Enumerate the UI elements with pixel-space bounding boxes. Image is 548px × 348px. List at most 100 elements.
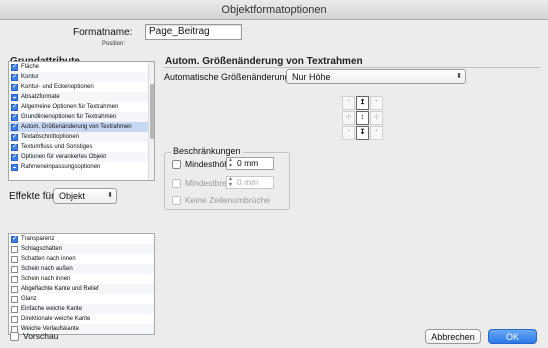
effect-checkbox[interactable] [11, 245, 18, 253]
min-height-field[interactable]: ▲ ▼ 0 mm [226, 157, 274, 170]
effects-for-label: Effekte für: [9, 191, 58, 202]
effects-for-value: Objekt [59, 191, 86, 201]
effect-checkbox[interactable] [11, 315, 18, 323]
attribute-row[interactable]: Kontur [9, 72, 149, 82]
effect-checkbox[interactable] [11, 295, 18, 303]
effect-checkbox[interactable] [11, 255, 18, 263]
auto-resize-value: Nur Höhe [292, 72, 331, 82]
attribute-row[interactable]: Fläche [9, 62, 149, 72]
attribute-row[interactable]: Grundlinienoptionen für Textrahmen [9, 112, 149, 122]
reference-point-grid[interactable]: ⁺ ↥ ⁺ ⊹ ↕ ⊹ ⁺ ↧ ⁺ [342, 96, 383, 140]
attribute-label: Kontur [21, 74, 39, 80]
ref-middle-left[interactable]: ⊹ [342, 111, 355, 125]
attribute-row[interactable]: Rahmeneinpassungsoptionen [9, 162, 149, 172]
attribute-label: Fläche [21, 64, 40, 70]
auto-resize-label: Automatische Größenänderung [164, 72, 290, 82]
attribute-label: Optionen für verankertes Objekt [21, 154, 107, 160]
effect-label: Schein nach außen [21, 266, 73, 272]
effect-checkbox[interactable] [11, 275, 18, 283]
auto-resize-select[interactable]: Nur Höhe ⬍ [286, 69, 466, 84]
ref-top-center[interactable]: ↥ [356, 96, 369, 110]
right-divider [163, 67, 541, 68]
ref-bottom-left[interactable]: ⁺ [342, 126, 355, 140]
attribute-checkbox[interactable] [11, 152, 18, 162]
min-width-checkbox-box[interactable] [172, 178, 181, 188]
effect-row[interactable]: Schein nach innen [9, 274, 154, 284]
min-width-value: 0 mm [237, 177, 259, 187]
preview-checkbox[interactable]: Vorschau [10, 331, 58, 341]
attribute-row[interactable]: Autom. Größenänderung von Textrahmen [9, 122, 149, 132]
ref-middle-right[interactable]: ⊹ [370, 111, 383, 125]
attribute-row[interactable]: Absatzformate [9, 92, 149, 102]
effect-label: Schein nach innen [21, 276, 71, 282]
ok-button[interactable]: OK [488, 329, 537, 344]
effect-row[interactable]: Schatten nach innen [9, 254, 154, 264]
effect-checkbox[interactable] [11, 265, 18, 273]
preview-checkbox-box[interactable] [10, 331, 19, 341]
attribute-label: Rahmeneinpassungsoptionen [21, 164, 101, 170]
attribute-row[interactable]: Kontur- und Eckenoptionen [9, 82, 149, 92]
attribute-label: Grundlinienoptionen für Textrahmen [21, 114, 117, 120]
effect-label: Direktionale weiche Kante [21, 316, 91, 322]
attribute-checkbox[interactable] [11, 102, 18, 112]
no-line-breaks-checkbox[interactable]: Keine Zeilenumbrüche [172, 195, 270, 205]
effect-label: Schlagschatten [21, 246, 63, 252]
ref-bottom-center[interactable]: ↧ [356, 126, 369, 140]
effect-row[interactable]: Transparenz [9, 234, 154, 244]
ref-bottom-right[interactable]: ⁺ [370, 126, 383, 140]
effect-label: Schatten nach innen [21, 256, 76, 262]
attribute-label: Allgemeine Optionen für Textrahmen [21, 104, 119, 110]
min-width-field[interactable]: ▲ ▼ 0 mm [226, 176, 274, 189]
effect-checkbox[interactable] [11, 305, 18, 313]
attribute-label: Kontur- und Eckenoptionen [21, 84, 94, 90]
attribute-row[interactable]: Allgemeine Optionen für Textrahmen [9, 102, 149, 112]
attribute-row[interactable]: Optionen für verankertes Objekt [9, 152, 149, 162]
attribute-checkbox[interactable] [11, 142, 18, 152]
attribute-checkbox[interactable] [11, 93, 18, 101]
effect-label: Transparenz [21, 236, 55, 242]
effects-list[interactable]: Transparenz Schlagschatten Schatten nach i… [8, 233, 155, 335]
effect-row[interactable]: Schlagschatten [9, 244, 154, 254]
attribute-checkbox[interactable] [11, 72, 18, 82]
effect-checkbox[interactable] [11, 285, 18, 293]
effect-row[interactable]: Einfache weiche Kante [9, 304, 154, 314]
stepper-icon[interactable]: ▲ ▼ [228, 176, 233, 188]
effect-row[interactable]: Schein nach außen [9, 264, 154, 274]
ref-top-left[interactable]: ⁺ [342, 96, 355, 110]
min-height-value: 0 mm [237, 158, 259, 168]
format-name-label: Formatname: [73, 27, 133, 38]
basic-attributes-list[interactable]: Fläche Kontur Kontur- und Eckenoptionen Abs… [8, 61, 155, 181]
select-arrows-icon: ⬍ [107, 192, 113, 199]
attribute-checkbox[interactable] [11, 112, 18, 122]
effect-row[interactable]: Glanz [9, 294, 154, 304]
attribute-checkbox[interactable] [11, 132, 18, 142]
no-line-breaks-checkbox-box[interactable] [172, 195, 181, 205]
basic-list-scroll-thumb[interactable] [150, 84, 154, 139]
effect-checkbox[interactable] [11, 234, 18, 244]
effect-label: Glanz [21, 296, 37, 302]
effect-label: Abgeflachte Kante und Relief [21, 286, 99, 292]
effect-label: Einfache weiche Kante [21, 306, 83, 312]
effect-row[interactable]: Direktionale weiche Kante [9, 314, 154, 324]
attribute-row[interactable]: Textabschnittoptionen [9, 132, 149, 142]
attribute-checkbox[interactable] [11, 62, 18, 72]
effect-row[interactable]: Abgeflachte Kante und Relief [9, 284, 154, 294]
attribute-label: Absatzformate [21, 94, 60, 100]
attribute-checkbox[interactable] [11, 122, 18, 132]
attribute-label: Textumfluss und Sonstiges [21, 144, 93, 150]
attribute-checkbox[interactable] [11, 163, 18, 171]
format-name-input[interactable]: Page_Beitrag [145, 24, 242, 40]
attribute-label: Autom. Größenänderung von Textrahmen [21, 124, 132, 130]
cancel-button[interactable]: Abbrechen [425, 329, 481, 344]
no-line-breaks-label: Keine Zeilenumbrüche [185, 195, 271, 205]
attribute-label: Textabschnittoptionen [21, 134, 80, 140]
attribute-checkbox[interactable] [11, 82, 18, 92]
restrictions-legend: Beschränkungen [171, 146, 243, 156]
attribute-row[interactable]: Textumfluss und Sonstiges [9, 142, 149, 152]
effects-for-select[interactable]: Objekt ⬍ [53, 188, 117, 204]
min-height-checkbox-box[interactable] [172, 159, 181, 169]
stepper-icon[interactable]: ▲ ▼ [228, 157, 233, 169]
basic-list-scrollbar[interactable] [148, 62, 154, 180]
ref-center[interactable]: ↕ [356, 111, 369, 125]
ref-top-right[interactable]: ⁺ [370, 96, 383, 110]
